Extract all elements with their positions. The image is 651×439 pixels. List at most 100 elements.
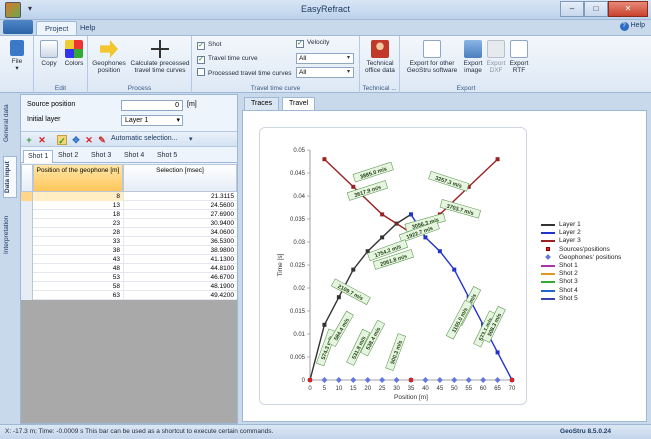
row-indicator[interactable] (21, 246, 33, 255)
selection-cell[interactable]: 49.4200 (123, 291, 237, 300)
tab-help[interactable]: Help (72, 21, 103, 35)
row-indicator[interactable] (21, 237, 33, 246)
automatic-selection-button[interactable]: Automatic selection... (111, 135, 178, 142)
table-row[interactable]: 23 30.9400 (21, 219, 237, 228)
row-indicator[interactable] (21, 255, 33, 264)
tab-shot-1[interactable]: Shot 1 (23, 150, 54, 163)
position-cell[interactable]: 58 (33, 282, 123, 291)
table-row[interactable]: 18 27.6900 (21, 210, 237, 219)
pick-pencil-icon[interactable]: ✎ (97, 135, 107, 145)
selection-cell[interactable]: 38.9800 (123, 246, 237, 255)
tab-interpretation[interactable]: Interpretation (3, 204, 17, 266)
position-cell[interactable]: 13 (33, 201, 123, 210)
row-indicator[interactable] (21, 282, 33, 291)
table-row[interactable]: 48 44.8100 (21, 264, 237, 273)
position-cell[interactable]: 23 (33, 219, 123, 228)
row-indicator[interactable] (21, 219, 33, 228)
geophone-marker (379, 377, 386, 383)
move-arrows-icon[interactable]: ✥ (71, 135, 81, 145)
export-image-button[interactable]: Export image (462, 40, 484, 74)
table-row[interactable]: 58 48.1900 (21, 282, 237, 291)
tab-traces[interactable]: Traces (244, 97, 280, 110)
selection-cell[interactable]: 44.8100 (123, 264, 237, 273)
tab-shot-4[interactable]: Shot 4 (120, 150, 148, 163)
selection-cell[interactable]: 27.6900 (123, 210, 237, 219)
row-indicator[interactable] (21, 201, 33, 210)
minimize-button[interactable]: – (560, 1, 584, 17)
colors-button[interactable]: Colors (62, 40, 86, 67)
travel-time-chart[interactable]: 0 0.005 0.01 0.015 0.02 0.025 0.03 0.035 0.04 0.0… (260, 128, 528, 406)
row-indicator[interactable] (21, 264, 33, 273)
clear-selection-icon[interactable]: ✕ (84, 135, 94, 145)
selection-cell[interactable]: 34.0600 (123, 228, 237, 237)
calculate-curves-button[interactable]: Calculate precessed travel time curves (130, 40, 190, 74)
row-indicator[interactable] (21, 291, 33, 300)
technical-office-data-button[interactable]: Technical office data (363, 40, 397, 74)
shot-filter-select[interactable]: All ▾ (296, 53, 354, 64)
velocity-checkbox[interactable]: ✓ Velocity (296, 38, 329, 48)
help-link[interactable]: ? Help (619, 22, 645, 31)
row-indicator[interactable] (21, 192, 33, 201)
legend-label: Sources'positions (559, 245, 610, 253)
tab-general-data[interactable]: General data (3, 98, 17, 148)
table-row[interactable]: 63 49.4200 (21, 291, 237, 300)
row-indicator[interactable] (21, 273, 33, 282)
tab-shot-3[interactable]: Shot 3 (87, 150, 115, 163)
tab-data-input[interactable]: Data input (3, 156, 17, 198)
row-indicator[interactable] (21, 210, 33, 219)
position-cell[interactable]: 28 (33, 228, 123, 237)
source-position-input[interactable]: 0 (121, 100, 183, 111)
selection-cell[interactable]: 48.1900 (123, 282, 237, 291)
add-row-icon[interactable]: + (24, 135, 34, 145)
travel-time-curve-checkbox[interactable]: ✓ Travel time curve (197, 54, 258, 64)
curve-filter-select[interactable]: All ▾ (296, 67, 354, 78)
selection-cell[interactable]: 41.1300 (123, 255, 237, 264)
table-row[interactable]: 43 41.1300 (21, 255, 237, 264)
position-cell[interactable]: 53 (33, 273, 123, 282)
table-row[interactable]: 13 24.5600 (21, 201, 237, 210)
export-rtf-button[interactable]: Export RTF (508, 40, 530, 74)
vertical-tab-strip: General data Data input Interpretation (0, 94, 20, 424)
selection-cell[interactable]: 24.5600 (123, 201, 237, 210)
copy-button[interactable]: Copy (38, 40, 60, 67)
application-menu-button[interactable] (3, 20, 33, 34)
chevron-down-icon[interactable]: ▾ (189, 135, 193, 143)
processed-curves-checkbox[interactable]: Processed travel time curves (197, 68, 291, 78)
shot-checkbox[interactable]: ✓ Shot (197, 40, 221, 50)
delete-row-icon[interactable]: ✕ (37, 135, 47, 145)
close-button[interactable]: ✕ (608, 1, 648, 17)
selection-column-header[interactable]: Selection [msec] (123, 164, 237, 192)
status-bar[interactable]: X: -17.3 m; Time: -0.0009 s This bar can… (0, 424, 651, 439)
export-dxf-button[interactable]: Export DXF (486, 40, 506, 74)
ribbon-group-file: File ▾ (0, 36, 34, 93)
table-row[interactable]: 28 34.0600 (21, 228, 237, 237)
table-row[interactable]: 38 38.9800 (21, 246, 237, 255)
geophones-position-label: Geophones position (92, 60, 126, 74)
tab-shot-5[interactable]: Shot 5 (153, 150, 181, 163)
selection-cell[interactable]: 36.5300 (123, 237, 237, 246)
position-cell[interactable]: 8 (33, 192, 123, 201)
tab-shot-2[interactable]: Shot 2 (54, 150, 82, 163)
export-geostru-button[interactable]: Export for other GeoStru software (402, 40, 462, 74)
table-row[interactable]: 33 36.5300 (21, 237, 237, 246)
position-cell[interactable]: 33 (33, 237, 123, 246)
selection-cell[interactable]: 46.6700 (123, 273, 237, 282)
position-cell[interactable]: 43 (33, 255, 123, 264)
file-button[interactable]: File ▾ (4, 40, 30, 72)
selection-cell[interactable]: 30.9400 (123, 219, 237, 228)
position-column-header[interactable]: Position of the geophone [m] (33, 164, 123, 192)
position-cell[interactable]: 48 (33, 264, 123, 273)
tab-travel-time-curve[interactable]: Travel time curve (282, 97, 316, 131)
table-row[interactable]: 8 21.3115 (21, 192, 237, 201)
position-cell[interactable]: 18 (33, 210, 123, 219)
position-cell[interactable]: 63 (33, 291, 123, 300)
maximize-button[interactable]: □ (584, 1, 608, 17)
table-row[interactable]: 53 46.6700 (21, 273, 237, 282)
position-cell[interactable]: 38 (33, 246, 123, 255)
confirm-check-icon[interactable]: ✓ (57, 135, 67, 146)
row-indicator[interactable] (21, 228, 33, 237)
selection-cell[interactable]: 21.3115 (123, 192, 237, 201)
geophones-position-button[interactable]: Geophones position (90, 40, 128, 74)
initial-layer-select[interactable]: Layer 1 ▾ (121, 115, 183, 126)
travel-time-curve-check-icon: ✓ (197, 56, 205, 64)
